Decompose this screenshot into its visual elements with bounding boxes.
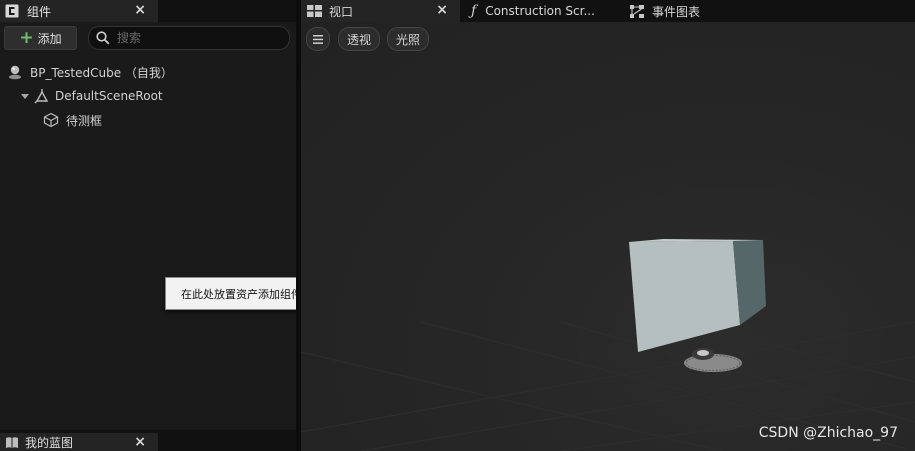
tab-construction-script[interactable]: ƒ Construction Scr... xyxy=(471,0,595,22)
lighting-button[interactable]: 光照 xyxy=(387,27,429,51)
close-icon[interactable]: × xyxy=(134,434,146,450)
viewport-scene xyxy=(301,239,915,451)
actor-icon xyxy=(9,65,21,80)
panel-tab-strip xyxy=(158,0,296,22)
watermark-text: CSDN @Zhichao_97 xyxy=(758,425,898,441)
event-graph-tab-label: 事件图表 xyxy=(652,4,701,19)
my-blueprint-tab-label: 我的蓝图 xyxy=(25,435,74,450)
scene-component-icon xyxy=(34,89,49,104)
pivot-gizmo xyxy=(684,348,742,372)
tree-item-label: 待测框 xyxy=(66,113,103,128)
hamburger-icon xyxy=(313,34,323,44)
tree-item-label: BP_TestedCube （自我） xyxy=(30,65,173,80)
viewport-tab-label: 视口 xyxy=(329,4,354,19)
construction-tab-label: Construction Scr... xyxy=(485,4,595,18)
tab-components[interactable]: 组件 × xyxy=(0,0,158,22)
tab-my-blueprint[interactable]: 我的蓝图 × xyxy=(0,433,158,451)
component-search[interactable] xyxy=(88,26,290,50)
add-button-label: 添加 xyxy=(37,31,62,46)
tree-item-blueprint[interactable]: BP_TestedCube （自我） xyxy=(7,62,173,82)
static-mesh-icon xyxy=(43,112,59,128)
perspective-button[interactable]: 透视 xyxy=(338,27,380,51)
add-component-button[interactable]: + 添加 xyxy=(4,26,77,50)
components-tab-label: 组件 xyxy=(27,4,52,19)
tab-event-graph[interactable]: 事件图表 xyxy=(630,0,700,22)
plus-icon: + xyxy=(19,27,34,48)
tab-viewport[interactable]: 视口 × xyxy=(301,0,460,22)
close-icon[interactable]: × xyxy=(134,2,146,18)
components-icon xyxy=(5,4,19,18)
viewport-3d[interactable]: 透视 光照 xyxy=(301,22,915,451)
search-input[interactable] xyxy=(115,29,284,47)
close-icon[interactable]: × xyxy=(436,2,448,18)
tree-item-mesh[interactable]: 待测框 xyxy=(43,110,102,130)
viewport-options-button[interactable] xyxy=(306,27,330,51)
blueprint-book-icon xyxy=(6,436,18,448)
expand-arrow-icon[interactable] xyxy=(20,91,30,101)
search-icon xyxy=(96,31,110,45)
tree-item-scene-root[interactable]: DefaultSceneRoot xyxy=(20,86,163,106)
event-graph-icon xyxy=(630,4,644,18)
tested-cube-mesh[interactable] xyxy=(629,239,766,352)
function-icon: ƒ xyxy=(471,3,477,19)
viewport-icon xyxy=(307,5,322,17)
tree-item-label: DefaultSceneRoot xyxy=(55,89,163,103)
